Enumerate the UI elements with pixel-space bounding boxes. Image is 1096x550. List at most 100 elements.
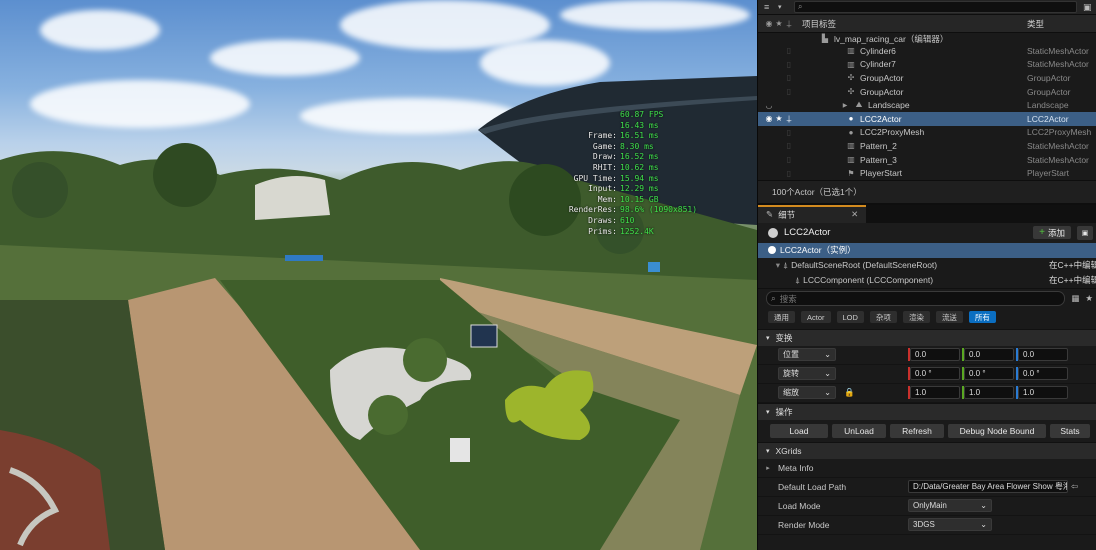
column-label[interactable]: 项目标签 (794, 18, 1027, 30)
pin-icon[interactable]: ▯ (784, 60, 794, 69)
transform-mode-dropdown[interactable]: 旋转 ⌄ (778, 367, 836, 381)
star-icon[interactable]: ★ (774, 19, 784, 28)
component-row[interactable]: ⍋ LCCComponent (LCCComponent) 在C++中编辑 (758, 273, 1096, 288)
actions-section-header[interactable]: ▾ 操作 (758, 402, 1096, 420)
visibility-icon[interactable]: ◡ (764, 101, 774, 110)
unload-button[interactable]: UnLoad (832, 423, 886, 438)
stats-button[interactable]: Stats (1050, 423, 1090, 438)
outliner-row[interactable]: ▯ ▥ Cylinder7 StaticMeshActor (758, 58, 1096, 72)
x-field[interactable]: 1.0 (910, 386, 960, 400)
pin-icon[interactable]: ▯ (784, 155, 794, 164)
outliner-row[interactable]: ◡ ▶ ⛰ Landscape Landscape (758, 98, 1096, 112)
transform-mode-dropdown[interactable]: 位置 ⌄ (778, 348, 836, 362)
filter-tab[interactable]: LOD (836, 311, 864, 324)
pin-icon[interactable]: ⍊ (784, 19, 794, 29)
y-field[interactable]: 0.0 (964, 348, 1014, 362)
actor-icon (768, 246, 776, 255)
stat-row: Draw: 16.52 ms (592, 152, 659, 162)
pin-icon[interactable]: ▯ (784, 87, 794, 96)
close-icon[interactable]: ✕ (851, 209, 858, 220)
tab-details[interactable]: ✎ 细节 ✕ (758, 204, 867, 223)
instance-row[interactable]: LCC2Actor（实例） (758, 242, 1096, 258)
outliner-row-type: PlayerStart (1027, 168, 1070, 179)
star-icon[interactable]: ★ (774, 114, 784, 123)
outliner-row[interactable]: ▯ ✣ GroupActor GroupActor (758, 71, 1096, 85)
group-icon: ✣ (847, 87, 855, 97)
shrub (403, 338, 447, 382)
default-load-path-row: Default Load Path D:/Data/Greater Bay Ar… (758, 478, 1096, 497)
x-field[interactable]: 0.0 ° (910, 367, 960, 381)
arrow-icon[interactable]: ⇦ (1071, 481, 1078, 492)
default-load-path-field[interactable]: D:/Data/Greater Bay Area Flower Show 粤港 (908, 480, 1068, 494)
outliner-row[interactable]: ▯ ▥ Pattern_3 StaticMeshActor (758, 153, 1096, 167)
pin-icon[interactable]: ▯ (784, 46, 794, 55)
meta-info-row[interactable]: ▸ Meta Info (758, 459, 1096, 478)
transform-row: 旋转 ⌄ 0.0 ° 0.0 ° 0.0 ° (758, 365, 1096, 384)
outliner-row-label: Landscape (868, 100, 910, 111)
outliner-row[interactable]: ▯ ✣ GroupActor GroupActor (758, 85, 1096, 99)
add-component-button[interactable]: + 添加 (1033, 226, 1071, 240)
pin-icon[interactable]: ▯ (784, 169, 794, 178)
level-viewport[interactable]: 60.87 FPS 16.43 ms Frame: 16.51 ms Game: 8… (0, 0, 757, 550)
outliner-row-label: GroupActor (860, 72, 904, 83)
outliner-row-selected[interactable]: ◉ ★ ⍊ ● LCC2Actor LCC2Actor (758, 111, 1096, 126)
outliner-footer: 100个Actor（已选1个） (758, 179, 1096, 205)
stat-row: 16.43 ms (620, 120, 659, 130)
z-field[interactable]: 0.0 (1018, 348, 1068, 362)
debug-node-bound-button[interactable]: Debug Node Bound (948, 423, 1046, 438)
transform-mode-dropdown[interactable]: 缩放 ⌄ (778, 386, 836, 400)
component-row[interactable]: ▾ ⍋ DefaultSceneRoot (DefaultSceneRoot) … (758, 258, 1096, 273)
load-mode-dropdown[interactable]: OnlyMain ⌄ (908, 499, 992, 513)
star-icon[interactable]: ★ (1085, 293, 1093, 304)
outliner-row[interactable]: ▯ ⚑ PlayerStart PlayerStart (758, 166, 1096, 180)
add-folder-icon[interactable]: ▣ (1083, 2, 1096, 13)
outliner-search-input[interactable]: ⌕ (794, 1, 1077, 13)
search-icon: ⌕ (798, 2, 803, 11)
outliner-row[interactable]: ▯ ▥ Pattern_2 StaticMeshActor (758, 139, 1096, 153)
y-field[interactable]: 1.0 (964, 386, 1014, 400)
render-mode-dropdown[interactable]: 3DGS ⌄ (908, 518, 992, 532)
column-type[interactable]: 类型 (1027, 18, 1096, 30)
chevron-down-icon: ▾ (766, 408, 770, 416)
filter-tab[interactable]: 通用 (768, 311, 795, 324)
eye-icon[interactable]: ◉ (764, 114, 774, 123)
eye-icon[interactable]: ◉ (764, 19, 774, 28)
y-field[interactable]: 0.0 ° (964, 367, 1014, 381)
transform-section-header[interactable]: ▾ 变换 (758, 328, 1096, 346)
blueprint-icon[interactable]: ▣ (1077, 225, 1093, 240)
xgrids-section-header[interactable]: ▾ XGrids (758, 441, 1096, 459)
outliner-row-type: LCC2ProxyMesh (1027, 127, 1092, 138)
details-search-input[interactable]: ⌕ 搜索 (766, 291, 1066, 307)
level-row[interactable]: ▙ lv_map_racing_car（编辑器） (758, 33, 1096, 44)
filter-tab[interactable]: 流送 (935, 311, 963, 324)
edit-in-cpp-link[interactable]: 在C++中编辑 (1049, 259, 1096, 271)
chevron-right-icon[interactable]: ▶ (840, 102, 850, 109)
edit-in-cpp-link[interactable]: 在C++中编辑 (1049, 274, 1096, 286)
pencil-icon: ✎ (766, 209, 774, 220)
transform-row: 缩放 ⌄ 🔒 1.0 1.0 1.0 (758, 384, 1096, 403)
load-button[interactable]: Load (770, 423, 828, 438)
pin-icon[interactable]: ▯ (784, 141, 794, 150)
lock-icon[interactable]: 🔒 (844, 387, 855, 398)
outliner-row-type: StaticMeshActor (1027, 140, 1089, 151)
filter-tab[interactable]: 渲染 (902, 311, 930, 324)
pin-icon[interactable]: ⍊ (784, 114, 794, 124)
z-field[interactable]: 0.0 ° (1018, 367, 1068, 381)
filter-icon[interactable]: ≡ (764, 2, 778, 12)
outliner-list: ▙ lv_map_racing_car（编辑器） ▯ ▥ Cylinder6 Stat… (758, 33, 1096, 180)
filter-tab-active[interactable]: 所有 (968, 311, 996, 324)
x-field[interactable]: 0.0 (910, 348, 960, 362)
outliner-row[interactable]: ▯ ▥ Cylinder6 StaticMeshActor (758, 44, 1096, 58)
refresh-button[interactable]: Refresh (890, 423, 944, 438)
table-view-icon[interactable]: ▦ (1071, 293, 1079, 304)
mesh-icon: ▥ (847, 59, 855, 69)
sign-board (470, 324, 498, 348)
pin-icon[interactable]: ▯ (784, 128, 794, 137)
outliner-toolbar: ≡ ▾ ⌕ ▣ (758, 0, 1096, 15)
filter-tab[interactable]: 杂项 (869, 311, 897, 324)
filter-tab[interactable]: Actor (801, 311, 831, 324)
z-field[interactable]: 1.0 (1018, 386, 1068, 400)
pin-icon[interactable]: ▯ (784, 73, 794, 82)
chevron-down-icon[interactable]: ▾ (778, 3, 788, 11)
outliner-row[interactable]: ▯ ● LCC2ProxyMesh LCC2ProxyMesh (758, 126, 1096, 140)
